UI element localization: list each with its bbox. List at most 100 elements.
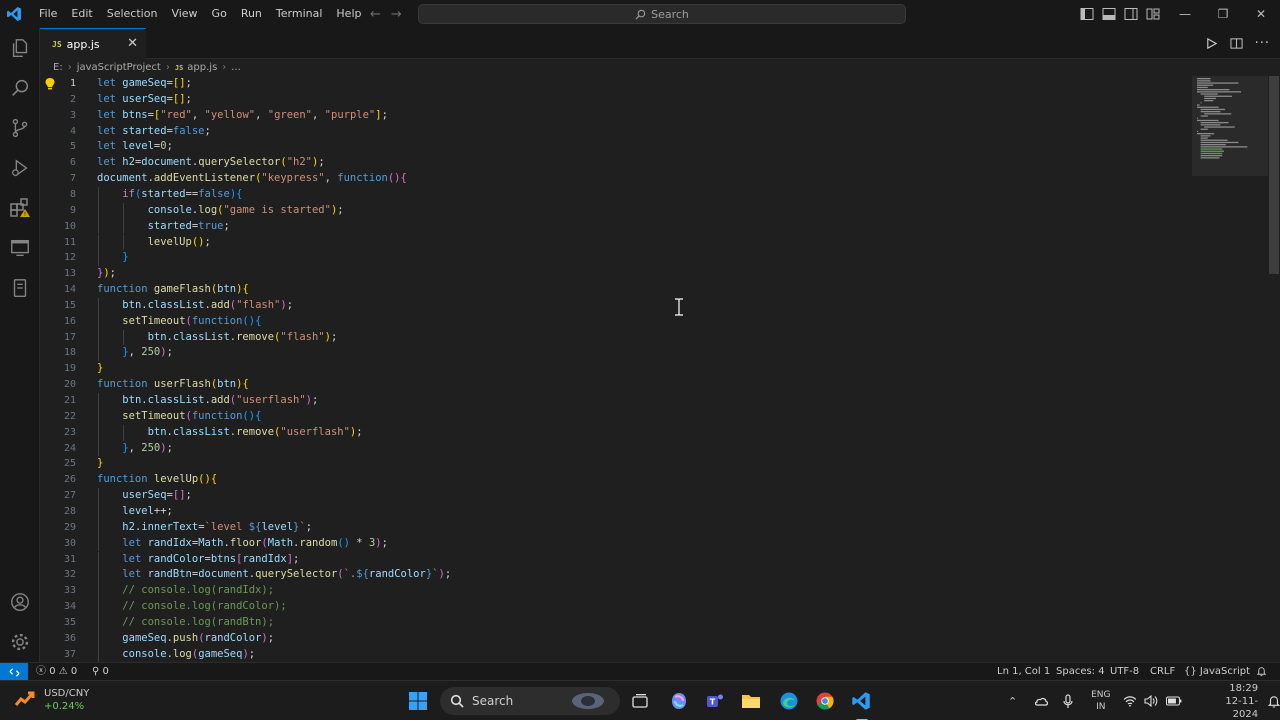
task-view-icon[interactable] [627,688,653,714]
wifi-icon[interactable] [1123,695,1137,707]
menu-view[interactable]: View [164,0,204,28]
code-line[interactable]: function gameFlash(btn){ [97,282,249,298]
code-line[interactable]: btn.classList.add("flash"); [97,298,293,314]
menu-go[interactable]: Go [205,0,234,28]
code-line[interactable]: btn.classList.remove("userflash"); [97,425,363,441]
toggle-secondary-sidebar-icon[interactable] [1124,7,1138,21]
back-arrow-icon[interactable]: ← [370,7,381,22]
code-line[interactable]: let h2=document.querySelector("h2"); [97,155,325,171]
code-line[interactable]: gameSeq.push(randColor); [97,631,274,647]
code-line[interactable]: function userFlash(btn){ [97,377,249,393]
restore-window-icon[interactable]: ❐ [1204,0,1242,28]
code-line[interactable]: let randBtn=document.querySelector(`.${r… [97,567,451,583]
code-line[interactable]: }, 250); [97,345,173,361]
menu-run[interactable]: Run [234,0,269,28]
menu-edit[interactable]: Edit [64,0,99,28]
code-line[interactable]: let gameSeq=[]; [97,76,192,92]
menu-terminal[interactable]: Terminal [269,0,330,28]
code-line[interactable]: console.log("game is started"); [97,203,344,219]
more-actions-icon[interactable]: ··· [1255,36,1270,51]
taskbar-search[interactable]: Search [440,687,620,715]
chrome-browser-icon[interactable] [812,688,838,714]
code-line[interactable]: document.addEventListener("keypress", fu… [97,171,407,187]
notifications-bell-icon[interactable] [1256,663,1267,681]
code-line[interactable]: started=true; [97,219,230,235]
code-line[interactable]: if(started==false){ [97,187,242,203]
minimap[interactable] [1192,76,1268,662]
testing-icon[interactable] [0,268,40,308]
minimize-window-icon[interactable]: — [1166,0,1204,28]
code-line[interactable]: levelUp(); [97,235,211,251]
code-line[interactable]: h2.innerText=`level ${level}`; [97,520,312,536]
notification-center-icon[interactable] [1268,695,1280,708]
remote-explorer-icon[interactable] [0,228,40,268]
code-line[interactable]: let started=false; [97,124,211,140]
code-line[interactable]: let btns=["red", "yellow", "green", "pur… [97,108,388,124]
code-line[interactable]: }, 250); [97,441,173,457]
code-line[interactable]: } [97,361,103,377]
vertical-scrollbar[interactable] [1268,76,1280,662]
menu-selection[interactable]: Selection [100,0,165,28]
code-line[interactable]: function levelUp(){ [97,472,217,488]
toggle-primary-sidebar-icon[interactable] [1080,7,1094,21]
code-line[interactable]: level++; [97,504,173,520]
remote-indicator-icon[interactable] [0,663,28,681]
extensions-icon[interactable]: ! [0,188,40,228]
code-line[interactable]: } [97,250,128,266]
microphone-icon[interactable] [1063,693,1073,709]
start-windows-icon[interactable] [405,688,431,714]
forward-arrow-icon[interactable]: → [391,7,402,22]
file-explorer-icon[interactable] [738,688,764,714]
code-line[interactable]: let randColor=btns[randIdx]; [97,552,299,568]
menu-file[interactable]: File [32,0,64,28]
customize-layout-icon[interactable] [1146,7,1160,21]
run-file-icon[interactable] [1205,37,1218,50]
close-icon[interactable]: ✕ [127,36,138,51]
code-line[interactable]: btn.classList.remove("flash"); [97,330,338,346]
code-line[interactable]: let randIdx=Math.floor(Math.random() * 3… [97,536,388,552]
explorer-icon[interactable] [0,28,40,68]
show-hidden-icons-chevron-icon[interactable]: ⌃ [1008,695,1017,708]
scrollbar-thumb[interactable] [1269,76,1279,274]
breadcrumb-drive[interactable]: E: [53,62,63,73]
breadcrumb-symbol[interactable]: ... [231,62,241,73]
code-line[interactable]: let userSeq=[]; [97,92,192,108]
run-debug-icon[interactable] [0,148,40,188]
volume-icon[interactable] [1144,695,1158,707]
teams-icon[interactable]: T [702,688,728,714]
encoding[interactable]: UTF-8 [1110,663,1139,681]
source-control-icon[interactable] [0,108,40,148]
code-line[interactable]: // console.log(randIdx); [97,583,274,599]
code-line[interactable]: } [97,456,103,472]
onedrive-cloud-icon[interactable] [1033,695,1049,707]
code-line[interactable]: btn.classList.add("userflash"); [97,393,318,409]
split-editor-icon[interactable] [1230,37,1243,50]
vscode-taskbar-icon[interactable] [848,688,874,720]
battery-icon[interactable] [1166,696,1182,706]
command-center-search[interactable]: Search [418,4,906,24]
menu-help[interactable]: Help [329,0,368,28]
search-icon[interactable] [0,68,40,108]
code-line[interactable]: // console.log(randBtn); [97,615,274,631]
lightbulb-icon[interactable] [44,77,56,91]
code-line[interactable]: let level=0; [97,139,173,155]
breadcrumb-file[interactable]: app.js [187,62,217,73]
clock[interactable]: 18:29 12-11-2024 [1200,682,1258,720]
code-line[interactable]: userSeq=[]; [97,488,192,504]
input-language[interactable]: ENG IN [1091,689,1110,713]
code-line[interactable]: // console.log(randColor); [97,599,286,615]
copilot-icon[interactable] [666,688,692,714]
toggle-panel-icon[interactable] [1102,7,1116,21]
problems-indicator[interactable]: ⓧ 0 ⚠ 0 [36,663,77,681]
language-mode[interactable]: {} JavaScript [1184,663,1250,681]
code-line[interactable]: console.log(gameSeq); [97,647,255,662]
code-editor[interactable]: 1 2 3 4 5 6 7 8 9 10 11 12 13 14 15 16 17 18 19 20 21 22 23 24 2… [40,76,1280,662]
code-line[interactable]: setTimeout(function(){ [97,314,261,330]
end-of-line[interactable]: CRLF [1150,663,1175,681]
code-line[interactable]: setTimeout(function(){ [97,409,261,425]
edge-browser-icon[interactable] [776,688,802,714]
cursor-position[interactable]: Ln 1, Col 1 [997,663,1050,681]
indentation[interactable]: Spaces: 4 [1056,663,1105,681]
widgets-button[interactable]: USD/CNY +0.24% [14,687,89,713]
manage-gear-icon[interactable] [0,622,40,662]
